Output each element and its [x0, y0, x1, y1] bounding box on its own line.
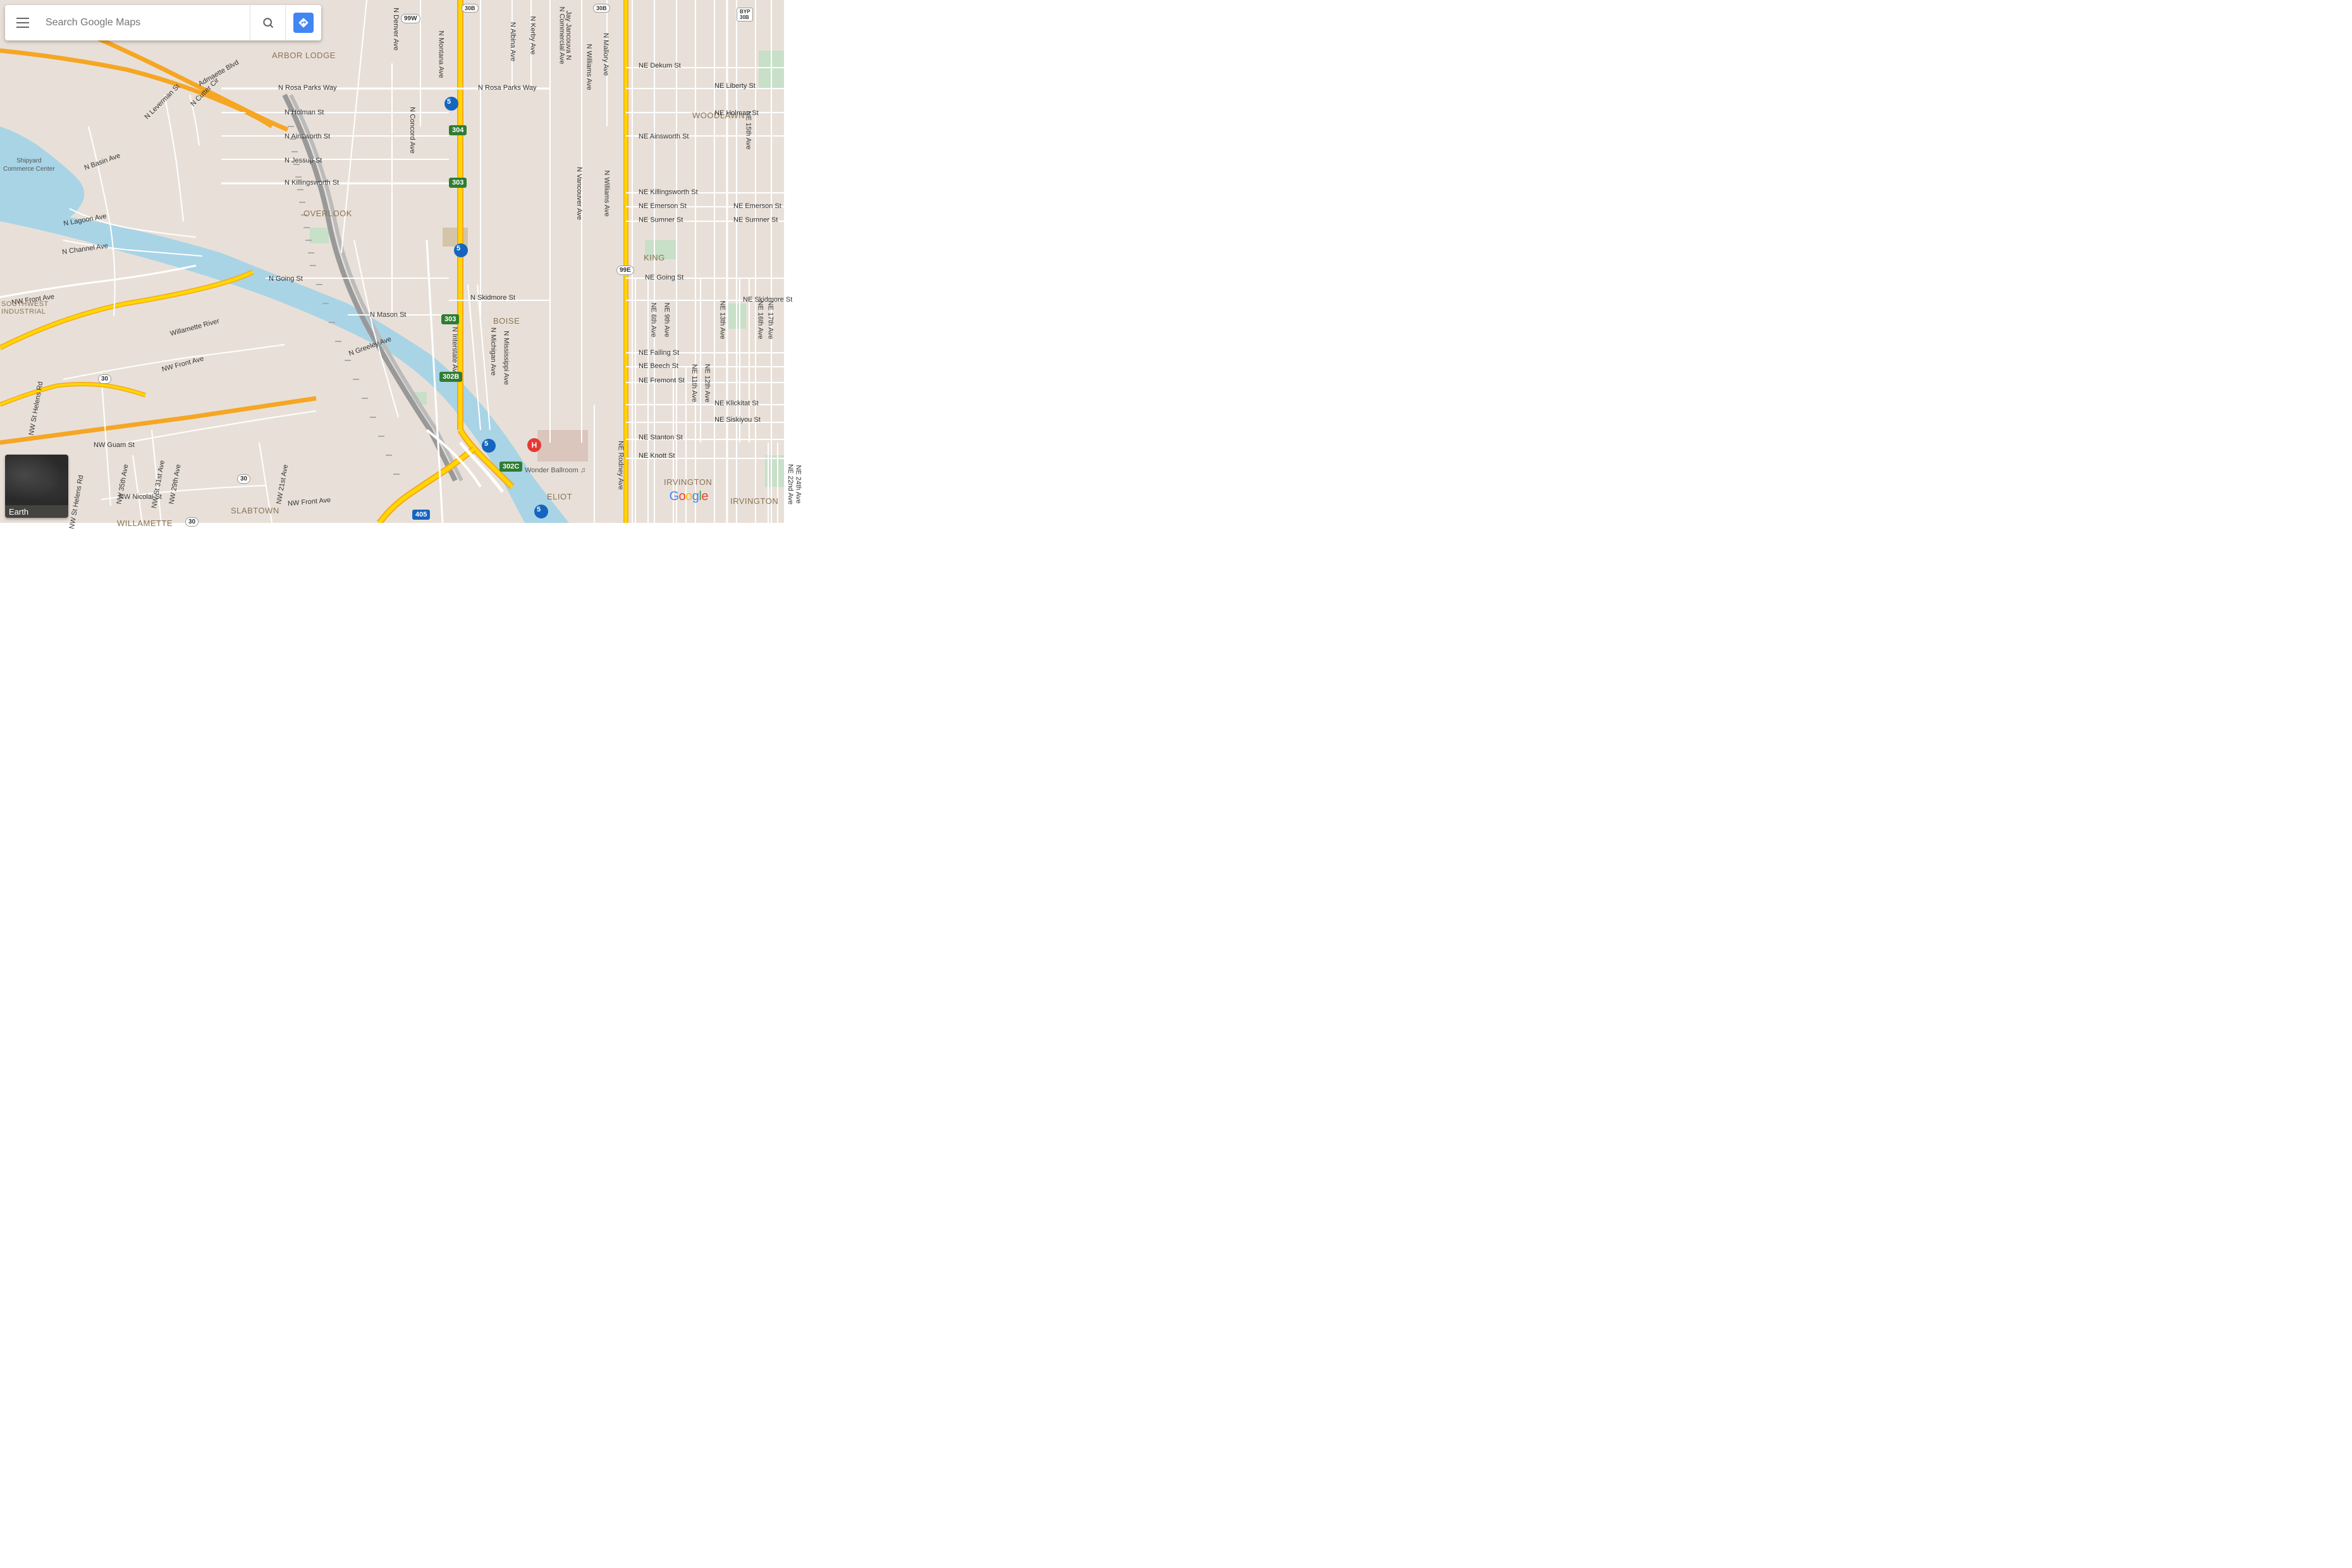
shield-30b-2: 30B [593, 4, 610, 13]
shield-304: 304 [449, 125, 467, 135]
shield-303-1: 303 [449, 178, 467, 188]
street-ne-24th-ave: NE 24th Ave [794, 465, 802, 504]
street-ne-22nd-ave: NE 22nd Ave [787, 464, 794, 505]
directions-button[interactable] [286, 5, 321, 40]
google-logo: Google [669, 489, 708, 504]
earth-label: Earth [5, 505, 68, 518]
google-e: e [701, 489, 708, 503]
earth-thumbnail [5, 455, 68, 505]
menu-icon [16, 18, 29, 19]
google-g: G [669, 489, 678, 503]
shield-99e: 99E [616, 266, 634, 275]
shield-99w: 99W [401, 14, 420, 23]
search-input-area[interactable] [40, 5, 250, 40]
shield-30-1: 30 [98, 374, 111, 384]
earth-label-text: Earth [9, 507, 28, 517]
shield-405: 405 [412, 510, 430, 520]
search-button[interactable] [250, 5, 286, 40]
shield-302c: 302C [499, 462, 522, 472]
shield-i5-4: 5 [534, 505, 548, 518]
shield-i5-3: 5 [482, 439, 496, 453]
search-input[interactable] [46, 17, 245, 28]
menu-icon [16, 27, 29, 28]
directions-arrow-icon [298, 17, 309, 28]
shield-30-2: 30 [237, 474, 250, 484]
shield-30b-1: 30B [462, 4, 479, 13]
google-o2: o [685, 489, 692, 503]
shield-303-2: 303 [441, 314, 459, 324]
shield-i5-1: 5 [444, 97, 458, 111]
search-icon [262, 16, 274, 29]
shield-i5-2: 5 [454, 243, 468, 257]
menu-icon [16, 22, 29, 23]
google-o1: o [679, 489, 686, 503]
menu-button[interactable] [5, 5, 40, 40]
shield-byp-30b: BYP30B [737, 8, 753, 21]
shield-30-3: 30 [185, 517, 199, 527]
hospital-marker: H [527, 438, 541, 452]
directions-icon [293, 13, 314, 33]
google-g2: g [692, 489, 699, 503]
map-container: ARBOR LODGE OVERLOOK BOISE WOODLAWN KING… [0, 0, 784, 523]
search-bar [5, 5, 321, 40]
shield-302b: 302B [439, 372, 462, 382]
earth-button[interactable]: Earth [5, 455, 68, 518]
